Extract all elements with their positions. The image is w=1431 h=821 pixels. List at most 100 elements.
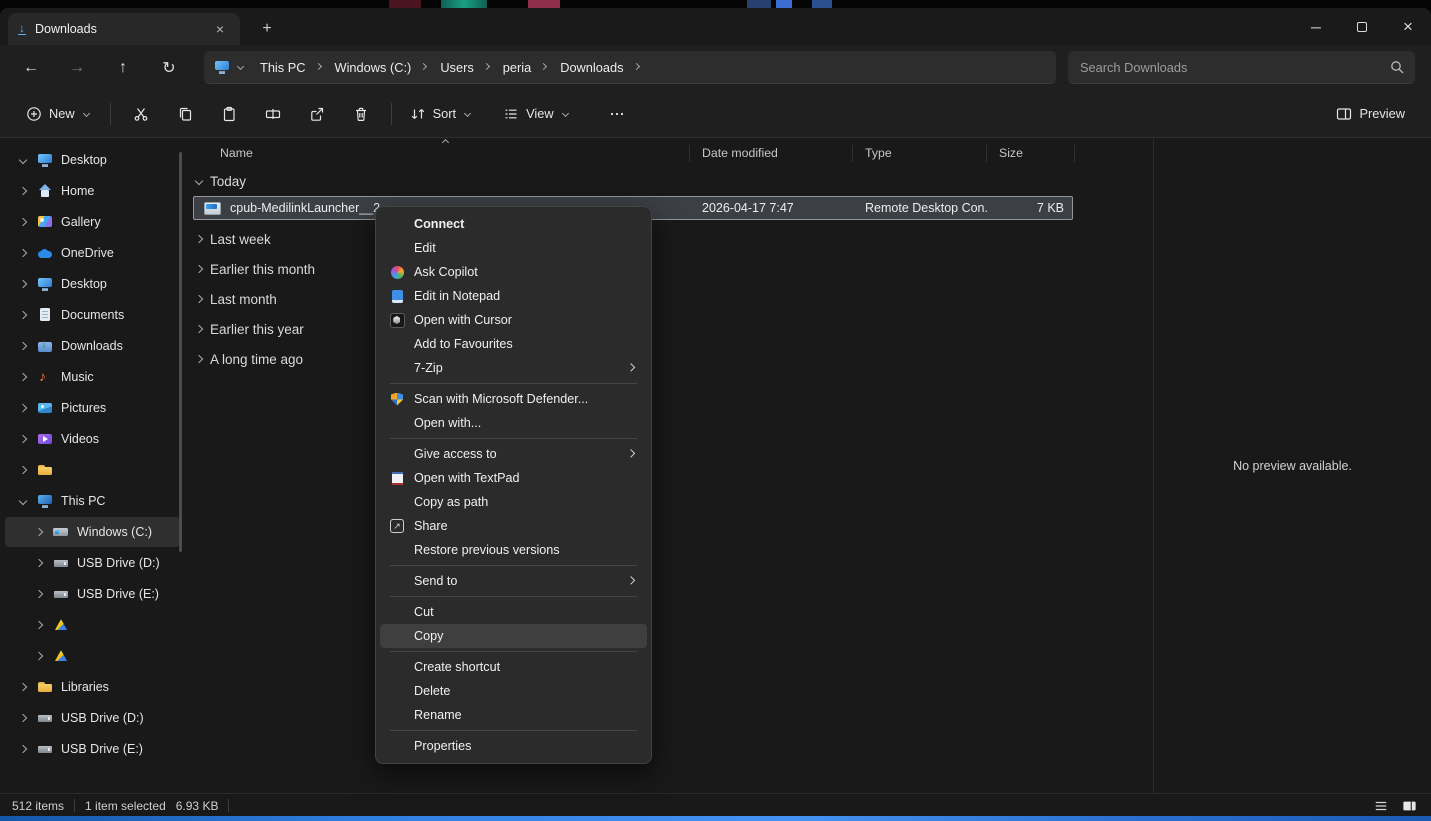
explorer-tab-downloads[interactable]: ↓ Downloads × xyxy=(8,13,240,45)
breadcrumb-chevron-icon[interactable] xyxy=(632,62,642,72)
sidebar-item[interactable]: OneDrive xyxy=(5,238,180,268)
group-collapse-chevron-icon[interactable] xyxy=(193,175,205,187)
tree-expand-chevron-icon[interactable] xyxy=(33,526,45,538)
group-expand-chevron-icon[interactable] xyxy=(193,233,205,245)
breadcrumb-segment[interactable]: peria xyxy=(495,56,539,79)
tree-expand-chevron-icon[interactable] xyxy=(17,743,29,755)
share-button[interactable] xyxy=(295,97,339,131)
details-view-button[interactable] xyxy=(1371,797,1391,815)
column-header-name[interactable]: Name xyxy=(185,144,690,162)
tree-expand-chevron-icon[interactable] xyxy=(17,340,29,352)
context-menu-item[interactable]: Rename xyxy=(380,703,647,727)
sidebar-item[interactable]: USB Drive (E:) xyxy=(5,579,180,609)
tree-expand-chevron-icon[interactable] xyxy=(17,433,29,445)
sidebar-item[interactable]: Desktop xyxy=(5,145,180,175)
maximize-button[interactable] xyxy=(1339,8,1385,45)
address-bar[interactable]: This PC Windows (C:) Users peria Downloa… xyxy=(204,51,1056,84)
group-header[interactable]: Earlier this month xyxy=(185,254,1153,284)
tree-expand-chevron-icon[interactable] xyxy=(17,247,29,259)
group-header[interactable]: Last week xyxy=(185,224,1153,254)
context-menu-item[interactable] xyxy=(390,730,637,731)
group-header[interactable]: Earlier this year xyxy=(185,314,1153,344)
context-menu-item[interactable]: Ask Copilot xyxy=(380,260,647,284)
sidebar-item[interactable]: Windows (C:) xyxy=(5,517,180,547)
tree-expand-chevron-icon[interactable] xyxy=(17,278,29,290)
context-menu-item[interactable]: Give access to xyxy=(380,442,647,466)
sidebar-item[interactable]: USB Drive (D:) xyxy=(5,703,180,733)
column-header-size[interactable]: Size xyxy=(987,144,1075,162)
context-menu-item[interactable]: Connect xyxy=(380,212,647,236)
sidebar-item[interactable] xyxy=(5,455,180,485)
tree-expand-chevron-icon[interactable] xyxy=(33,557,45,569)
sidebar-item[interactable]: Music xyxy=(5,362,180,392)
search-input[interactable] xyxy=(1080,59,1389,75)
context-menu-item[interactable] xyxy=(390,651,637,652)
rename-button[interactable] xyxy=(251,97,295,131)
back-button[interactable]: ← xyxy=(14,51,48,85)
new-button[interactable]: New xyxy=(16,97,102,131)
group-expand-chevron-icon[interactable] xyxy=(193,263,205,275)
search-box[interactable] xyxy=(1068,51,1415,84)
breadcrumb-chevron-icon[interactable] xyxy=(419,62,429,72)
sidebar-item[interactable]: Downloads xyxy=(5,331,180,361)
sidebar-scrollbar[interactable] xyxy=(179,152,182,552)
context-menu-item[interactable]: Copy xyxy=(380,624,647,648)
context-menu-item[interactable] xyxy=(390,596,637,597)
context-menu-item[interactable]: Add to Favourites xyxy=(380,332,647,356)
sidebar-item[interactable]: Pictures xyxy=(5,393,180,423)
close-button[interactable]: × xyxy=(1385,8,1431,45)
tree-expand-chevron-icon[interactable] xyxy=(17,154,29,166)
breadcrumb-chevron-icon[interactable] xyxy=(314,62,324,72)
sidebar-item[interactable]: Videos xyxy=(5,424,180,454)
forward-button[interactable]: → xyxy=(60,51,94,85)
address-dropdown-chevron-icon[interactable] xyxy=(236,62,246,72)
group-expand-chevron-icon[interactable] xyxy=(193,353,205,365)
tree-expand-chevron-icon[interactable] xyxy=(17,185,29,197)
sidebar-item[interactable]: Home xyxy=(5,176,180,206)
paste-button[interactable] xyxy=(207,97,251,131)
tree-expand-chevron-icon[interactable] xyxy=(33,588,45,600)
context-menu-item[interactable]: Copy as path xyxy=(380,490,647,514)
up-button[interactable]: ↑ xyxy=(106,51,140,85)
context-menu-item[interactable] xyxy=(390,383,637,384)
view-button[interactable]: View xyxy=(493,97,581,131)
tree-expand-chevron-icon[interactable] xyxy=(17,464,29,476)
context-menu-item[interactable]: 7-Zip xyxy=(380,356,647,380)
breadcrumb-chevron-icon[interactable] xyxy=(539,62,549,72)
breadcrumb-chevron-icon[interactable] xyxy=(482,62,492,72)
context-menu-item[interactable]: Share xyxy=(380,514,647,538)
sidebar-item[interactable]: USB Drive (D:) xyxy=(5,548,180,578)
group-expand-chevron-icon[interactable] xyxy=(193,323,205,335)
context-menu-item[interactable]: Restore previous versions xyxy=(380,538,647,562)
tab-close-button[interactable]: × xyxy=(210,19,230,39)
breadcrumb-segment[interactable]: Windows (C:) xyxy=(327,56,420,79)
tree-expand-chevron-icon[interactable] xyxy=(17,371,29,383)
sort-button[interactable]: Sort xyxy=(400,97,483,131)
tree-expand-chevron-icon[interactable] xyxy=(33,619,45,631)
context-menu-item[interactable]: Properties xyxy=(380,734,647,758)
sidebar-item[interactable]: Libraries xyxy=(5,672,180,702)
context-menu-item[interactable]: Open with Cursor xyxy=(380,308,647,332)
context-menu-item[interactable]: Open with TextPad xyxy=(380,466,647,490)
sidebar-item[interactable]: This PC xyxy=(5,486,180,516)
sidebar-item[interactable] xyxy=(5,641,180,671)
group-header-today[interactable]: Today xyxy=(185,166,1153,196)
group-expand-chevron-icon[interactable] xyxy=(193,293,205,305)
search-icon[interactable] xyxy=(1389,59,1405,75)
context-menu-item[interactable]: Delete xyxy=(380,679,647,703)
group-header[interactable]: Last month xyxy=(185,284,1153,314)
context-menu-item[interactable]: Create shortcut xyxy=(380,655,647,679)
column-header-type[interactable]: Type xyxy=(853,144,987,162)
tree-expand-chevron-icon[interactable] xyxy=(17,402,29,414)
context-menu-item[interactable]: Open with... xyxy=(380,411,647,435)
context-menu-item[interactable]: Send to xyxy=(380,569,647,593)
new-tab-button[interactable]: + xyxy=(254,17,280,41)
breadcrumb-segment[interactable]: Downloads xyxy=(552,56,631,79)
sidebar-item[interactable]: Desktop xyxy=(5,269,180,299)
breadcrumb-segment[interactable]: Users xyxy=(432,56,481,79)
tree-expand-chevron-icon[interactable] xyxy=(17,216,29,228)
sidebar-item[interactable]: Gallery xyxy=(5,207,180,237)
minimize-button[interactable]: ─ xyxy=(1293,8,1339,45)
delete-button[interactable] xyxy=(339,97,383,131)
context-menu-item[interactable]: Cut xyxy=(380,600,647,624)
